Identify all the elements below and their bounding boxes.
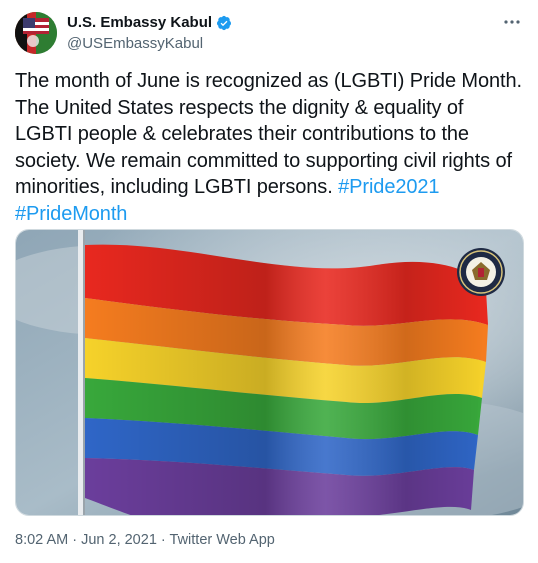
tweet-body: The month of June is recognized as (LGBT…	[15, 70, 522, 198]
author-display-name-row[interactable]: U.S. Embassy Kabul	[67, 13, 232, 32]
hashtag-pride2021[interactable]: #Pride2021	[338, 176, 439, 198]
tweet-media-image[interactable]	[15, 229, 524, 516]
author-display-name[interactable]: U.S. Embassy Kabul	[67, 13, 212, 32]
tweet-meta: 8:02 AM · Jun 2, 2021 · Twitter Web App	[15, 531, 275, 549]
tweet-card: U.S. Embassy Kabul @USEmbassyKabul The m…	[0, 0, 538, 563]
author-block: U.S. Embassy Kabul @USEmbassyKabul	[67, 13, 232, 53]
more-options-icon[interactable]	[502, 12, 522, 32]
embassy-flag-avatar-icon[interactable]	[15, 12, 57, 54]
tweet-source: Twitter Web App	[169, 532, 275, 548]
verified-badge-icon	[216, 15, 232, 31]
hashtag-pridemonth[interactable]: #PrideMonth	[15, 203, 127, 225]
tweet-time[interactable]: 8:02 AM	[15, 532, 68, 548]
tweet-text: The month of June is recognized as (LGBT…	[15, 68, 525, 227]
meta-separator-1: ·	[68, 532, 82, 548]
tweet-date[interactable]: Jun 2, 2021	[81, 532, 157, 548]
author-handle[interactable]: @USEmbassyKabul	[67, 34, 232, 53]
rainbow-pride-flag-image	[16, 230, 523, 515]
meta-separator-2: ·	[156, 532, 170, 548]
state-department-seal-icon	[457, 248, 505, 296]
